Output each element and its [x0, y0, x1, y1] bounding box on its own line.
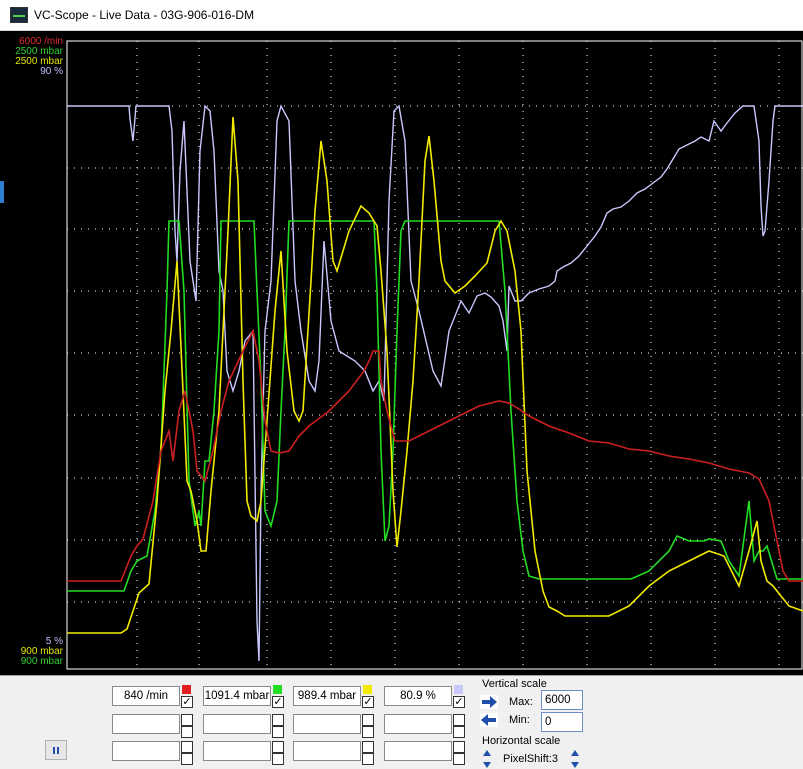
channel-1-value: 840 /min [112, 686, 180, 706]
channel-4-checkbox[interactable]: ✓ [453, 696, 465, 708]
scale-down-arrow-button[interactable] [480, 713, 498, 727]
scale-up-arrow-button[interactable] [480, 695, 498, 709]
channel-11-checkbox[interactable] [362, 753, 374, 765]
spinner-up-icon [483, 750, 491, 756]
axis-top-label-duty: 90 % [40, 66, 63, 77]
channel-9-value [112, 741, 180, 761]
pause-icon-bar-left [53, 746, 55, 754]
channel-11-value [293, 741, 361, 761]
channel-1-checkbox[interactable]: ✓ [181, 696, 193, 708]
scope-display: 6000 /min 2500 mbar 2500 mbar 90 % 5 % 9… [9, 31, 803, 675]
channel-12-checkbox-top[interactable] [453, 741, 465, 753]
min-input[interactable] [541, 712, 583, 732]
max-input[interactable] [541, 690, 583, 710]
spinner-down-icon [571, 762, 579, 768]
channel-8-checkbox[interactable] [453, 726, 465, 738]
channel-7-value [293, 714, 361, 734]
channel-8-value [384, 714, 452, 734]
channel-3-checkbox[interactable]: ✓ [362, 696, 374, 708]
arrow-left-icon [481, 714, 496, 726]
left-frame [0, 31, 9, 675]
pause-button[interactable] [45, 740, 67, 760]
horizontal-scale-right-spinner[interactable] [570, 750, 580, 768]
channel-5-checkbox[interactable] [181, 726, 193, 738]
channel-2-checkbox[interactable]: ✓ [272, 696, 284, 708]
channel-12-checkbox[interactable] [453, 753, 465, 765]
arrow-right-icon [482, 696, 497, 708]
min-label: Min: [509, 714, 530, 726]
window-title: VC-Scope - Live Data - 03G-906-016-DM [34, 8, 255, 22]
channel-11-checkbox-top[interactable] [362, 741, 374, 753]
horizontal-scale-label: Horizontal scale [482, 735, 561, 747]
channel-2-value: 1091.4 mbar [203, 686, 271, 706]
control-panel: 840 /min ✓ 1091.4 mbar ✓ 989.4 mbar ✓ 80… [0, 675, 803, 769]
horizontal-scale-left-spinner[interactable] [482, 750, 492, 768]
channel-10-checkbox-top[interactable] [272, 741, 284, 753]
pause-icon-bar-right [57, 746, 59, 754]
channel-8-checkbox-top[interactable] [453, 714, 465, 726]
channel-5-checkbox-top[interactable] [181, 714, 193, 726]
channel-6-value [203, 714, 271, 734]
channel-10-value [203, 741, 271, 761]
channel-1-color [182, 685, 191, 694]
scope-chart [9, 31, 803, 675]
channel-6-checkbox-top[interactable] [272, 714, 284, 726]
window-titlebar: VC-Scope - Live Data - 03G-906-016-DM [0, 0, 803, 31]
channel-7-checkbox[interactable] [362, 726, 374, 738]
axis-bottom-label-boost-actual: 900 mbar [20, 656, 63, 667]
app-icon [10, 7, 28, 23]
channel-4-value: 80.9 % [384, 686, 452, 706]
channel-2-color [273, 685, 282, 694]
side-tab[interactable] [0, 181, 4, 203]
channel-9-checkbox-top[interactable] [181, 741, 193, 753]
channel-7-checkbox-top[interactable] [362, 714, 374, 726]
channel-9-checkbox[interactable] [181, 753, 193, 765]
channel-3-value: 989.4 mbar [293, 686, 361, 706]
channel-6-checkbox[interactable] [272, 726, 284, 738]
channel-5-value [112, 714, 180, 734]
channel-4-color [454, 685, 463, 694]
max-label: Max: [509, 696, 533, 708]
channel-10-checkbox[interactable] [272, 753, 284, 765]
pixelshift-value: PixelShift:3 [503, 753, 559, 765]
spinner-down-icon [483, 762, 491, 768]
channel-3-color [363, 685, 372, 694]
spinner-up-icon [571, 750, 579, 756]
vertical-scale-label: Vertical scale [482, 678, 547, 690]
channel-12-value [384, 741, 452, 761]
